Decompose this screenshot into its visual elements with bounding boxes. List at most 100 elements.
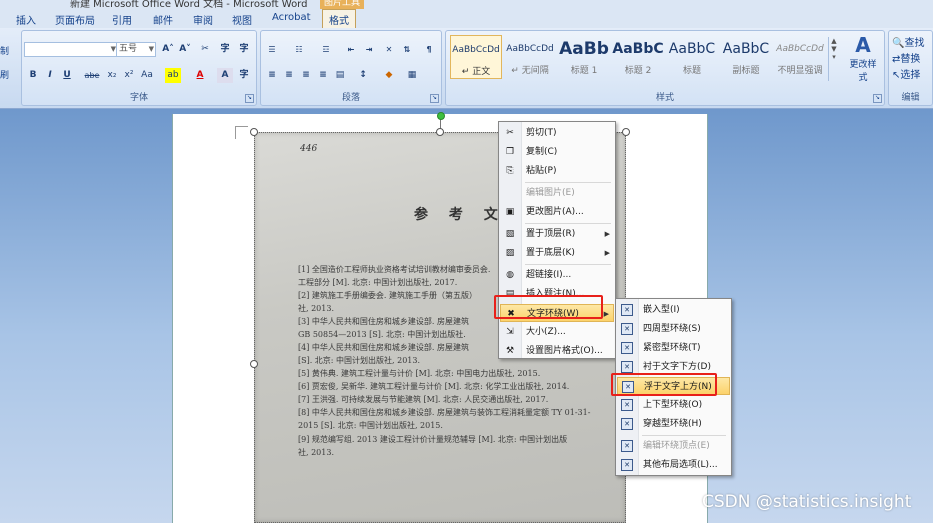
menu-item-label: 编辑图片(E) bbox=[526, 188, 575, 198]
clear-format-button[interactable]: ✂ bbox=[197, 42, 213, 57]
increase-indent-button[interactable]: ⇥ bbox=[361, 42, 377, 57]
font-color-button[interactable]: A bbox=[192, 68, 208, 83]
menu-item-paste[interactable]: ⎘ 粘贴(P) bbox=[500, 162, 614, 180]
binoculars-icon: 🔍 bbox=[892, 38, 905, 49]
resize-handle-top-left[interactable] bbox=[250, 128, 258, 136]
menu-item-label: 复制(C) bbox=[526, 147, 558, 157]
align-center-button[interactable]: ≡ bbox=[281, 68, 297, 83]
tab-mailings[interactable]: 邮件 bbox=[153, 12, 173, 27]
underline-button[interactable]: U bbox=[59, 68, 75, 83]
submenu-item-top-bottom[interactable]: ✕ 上下型环绕(O) bbox=[617, 396, 730, 414]
paragraph-group: ☰ ☷ ☲ ⇤ ⇥ ✕ ⇅ ¶ ≡ ≡ ≡ ≡ ▤ ↕ ◆ ▦ 段落 ↘ bbox=[260, 30, 442, 106]
dialog-launcher-icon[interactable]: ↘ bbox=[873, 94, 882, 103]
font-size-select[interactable]: 五号 ▼ bbox=[116, 42, 156, 57]
through-wrap-icon: ✕ bbox=[621, 418, 633, 430]
rotation-handle[interactable] bbox=[437, 112, 445, 120]
shading-button[interactable]: ◆ bbox=[381, 68, 397, 83]
change-case-button[interactable]: Aa bbox=[139, 68, 155, 83]
style-subtle-emphasis[interactable]: AaBbCcDd 不明显强调 bbox=[774, 35, 826, 79]
submenu-item-square-wrap[interactable]: ✕ 四周型环绕(S) bbox=[617, 320, 730, 338]
style-name-text: 无间隔 bbox=[521, 66, 549, 76]
phonetic-guide-button[interactable]: 字 bbox=[217, 42, 233, 57]
tab-acrobat[interactable]: Acrobat bbox=[272, 12, 311, 23]
dialog-launcher-icon[interactable]: ↘ bbox=[430, 94, 439, 103]
menu-item-bring-front[interactable]: ▧ 置于顶层(R) ▶ bbox=[500, 225, 614, 243]
distributed-button[interactable]: ▤ bbox=[332, 68, 348, 83]
bold-button[interactable]: B bbox=[25, 68, 41, 83]
shrink-font-button[interactable]: A˅ bbox=[177, 42, 193, 57]
char-border-button[interactable]: 字 bbox=[236, 42, 252, 57]
style-no-spacing[interactable]: AaBbCcDd ↵ 无间隔 bbox=[504, 35, 556, 79]
show-marks-button[interactable]: ¶ bbox=[421, 42, 437, 57]
tab-page-layout[interactable]: 页面布局 bbox=[55, 12, 95, 27]
borders-button[interactable]: ▦ bbox=[404, 68, 420, 83]
hyperlink-icon: ◍ bbox=[506, 270, 514, 280]
submenu-item-label: 四周型环绕(S) bbox=[643, 324, 701, 334]
tab-insert[interactable]: 插入 bbox=[16, 12, 36, 27]
paragraph-group-label: 段落 bbox=[341, 93, 360, 103]
multilevel-list-button[interactable]: ☲ bbox=[318, 42, 334, 57]
menu-item-change-picture[interactable]: ▣ 更改图片(A)... bbox=[500, 203, 614, 221]
bullets-button[interactable]: ☰ bbox=[264, 42, 280, 57]
menu-item-hyperlink[interactable]: ◍ 超链接(I)... bbox=[500, 266, 614, 284]
annotation-box-wrap-text bbox=[494, 295, 603, 319]
tab-view[interactable]: 视图 bbox=[232, 12, 252, 27]
align-left-button[interactable]: ≡ bbox=[264, 68, 280, 83]
font-group: ▼ 五号 ▼ A˄ A˅ ✂ 字 字 B I U abe x₂ x² Aa ab … bbox=[21, 30, 257, 106]
subscript-button[interactable]: x₂ bbox=[104, 68, 120, 83]
style-name: ↵ 无间隔 bbox=[511, 66, 549, 76]
enclose-char-button[interactable]: 字 bbox=[236, 68, 252, 83]
menu-item-copy[interactable]: ❐ 复制(C) bbox=[500, 143, 614, 161]
style-preview: AaBbC bbox=[668, 41, 716, 57]
submenu-item-more-layout[interactable]: ✕ 其他布局选项(L)... bbox=[617, 456, 730, 474]
superscript-button[interactable]: x² bbox=[121, 68, 137, 83]
decrease-indent-button[interactable]: ⇤ bbox=[343, 42, 359, 57]
dialog-launcher-icon[interactable]: ↘ bbox=[245, 94, 254, 103]
bring-front-icon: ▧ bbox=[505, 229, 515, 239]
grow-font-button[interactable]: A˄ bbox=[160, 42, 176, 57]
italic-button[interactable]: I bbox=[42, 68, 58, 83]
menu-item-format-picture[interactable]: ⚒ 设置图片格式(O)... bbox=[500, 342, 614, 360]
line-spacing-button[interactable]: ↕ bbox=[355, 68, 371, 83]
tab-references[interactable]: 引用 bbox=[112, 12, 132, 27]
char-shading-button[interactable]: A bbox=[217, 68, 233, 83]
style-preview: AaBb bbox=[559, 39, 609, 59]
ribbon: 制 刷 ▼ 五号 ▼ A˄ A˅ ✂ 字 字 B I U abe x₂ x² Aa… bbox=[0, 28, 933, 109]
resize-handle-top-right[interactable] bbox=[622, 128, 630, 136]
font-size-value: 五号 bbox=[119, 44, 138, 54]
menu-item-label: 更改图片(A)... bbox=[526, 207, 584, 217]
sort-button[interactable]: ⇅ bbox=[399, 42, 415, 57]
find-button[interactable]: 🔍查找 bbox=[892, 34, 924, 49]
style-normal[interactable]: AaBbCcDd ↵ 正文 bbox=[450, 35, 502, 79]
select-button[interactable]: ↖选择 bbox=[892, 66, 920, 81]
menu-item-scissors[interactable]: ✂ 剪切(T) bbox=[500, 124, 614, 142]
justify-button[interactable]: ≡ bbox=[315, 68, 331, 83]
submenu-item-label: 上下型环绕(O) bbox=[643, 400, 703, 410]
align-right-button[interactable]: ≡ bbox=[298, 68, 314, 83]
replace-button[interactable]: ⇄替换 bbox=[892, 50, 920, 65]
submenu-item-inline[interactable]: ✕ 嵌入型(I) bbox=[617, 301, 730, 319]
font-name-select[interactable]: ▼ bbox=[24, 42, 118, 57]
change-styles-button[interactable]: A 更改样式 bbox=[846, 33, 880, 83]
style-title[interactable]: AaBbC 标题 bbox=[666, 35, 718, 79]
style-subtitle[interactable]: AaBbC 副标题 bbox=[720, 35, 772, 79]
styles-scroll[interactable]: ▲ ▼ ▾ bbox=[828, 37, 839, 81]
resize-handle-left[interactable] bbox=[250, 360, 258, 368]
highlight-button[interactable]: ab bbox=[165, 68, 181, 83]
numbering-button[interactable]: ☷ bbox=[291, 42, 307, 57]
resize-handle-top[interactable] bbox=[436, 128, 444, 136]
menu-item-send-back[interactable]: ▨ 置于底层(K) ▶ bbox=[500, 244, 614, 262]
edit-wrap-points-icon: ✕ bbox=[621, 440, 633, 452]
style-name-text: 正文 bbox=[472, 67, 491, 77]
menu-item-size[interactable]: ⇲ 大小(Z)... bbox=[500, 323, 614, 341]
tab-review[interactable]: 审阅 bbox=[193, 12, 213, 27]
submenu-item-through-wrap[interactable]: ✕ 穿越型环绕(H) bbox=[617, 415, 730, 433]
strikethrough-button[interactable]: abe bbox=[84, 68, 100, 83]
style-heading-1[interactable]: AaBb 标题 1 bbox=[558, 35, 610, 79]
menu-item-label: 大小(Z)... bbox=[526, 327, 566, 337]
submenu-item-tight-wrap[interactable]: ✕ 紧密型环绕(T) bbox=[617, 339, 730, 357]
menu-item-label: 置于顶层(R) bbox=[526, 229, 576, 239]
style-heading-2[interactable]: AaBbC 标题 2 bbox=[612, 35, 664, 79]
tab-format[interactable]: 格式 bbox=[322, 9, 356, 28]
chinese-layout-button[interactable]: ✕ bbox=[381, 42, 397, 57]
